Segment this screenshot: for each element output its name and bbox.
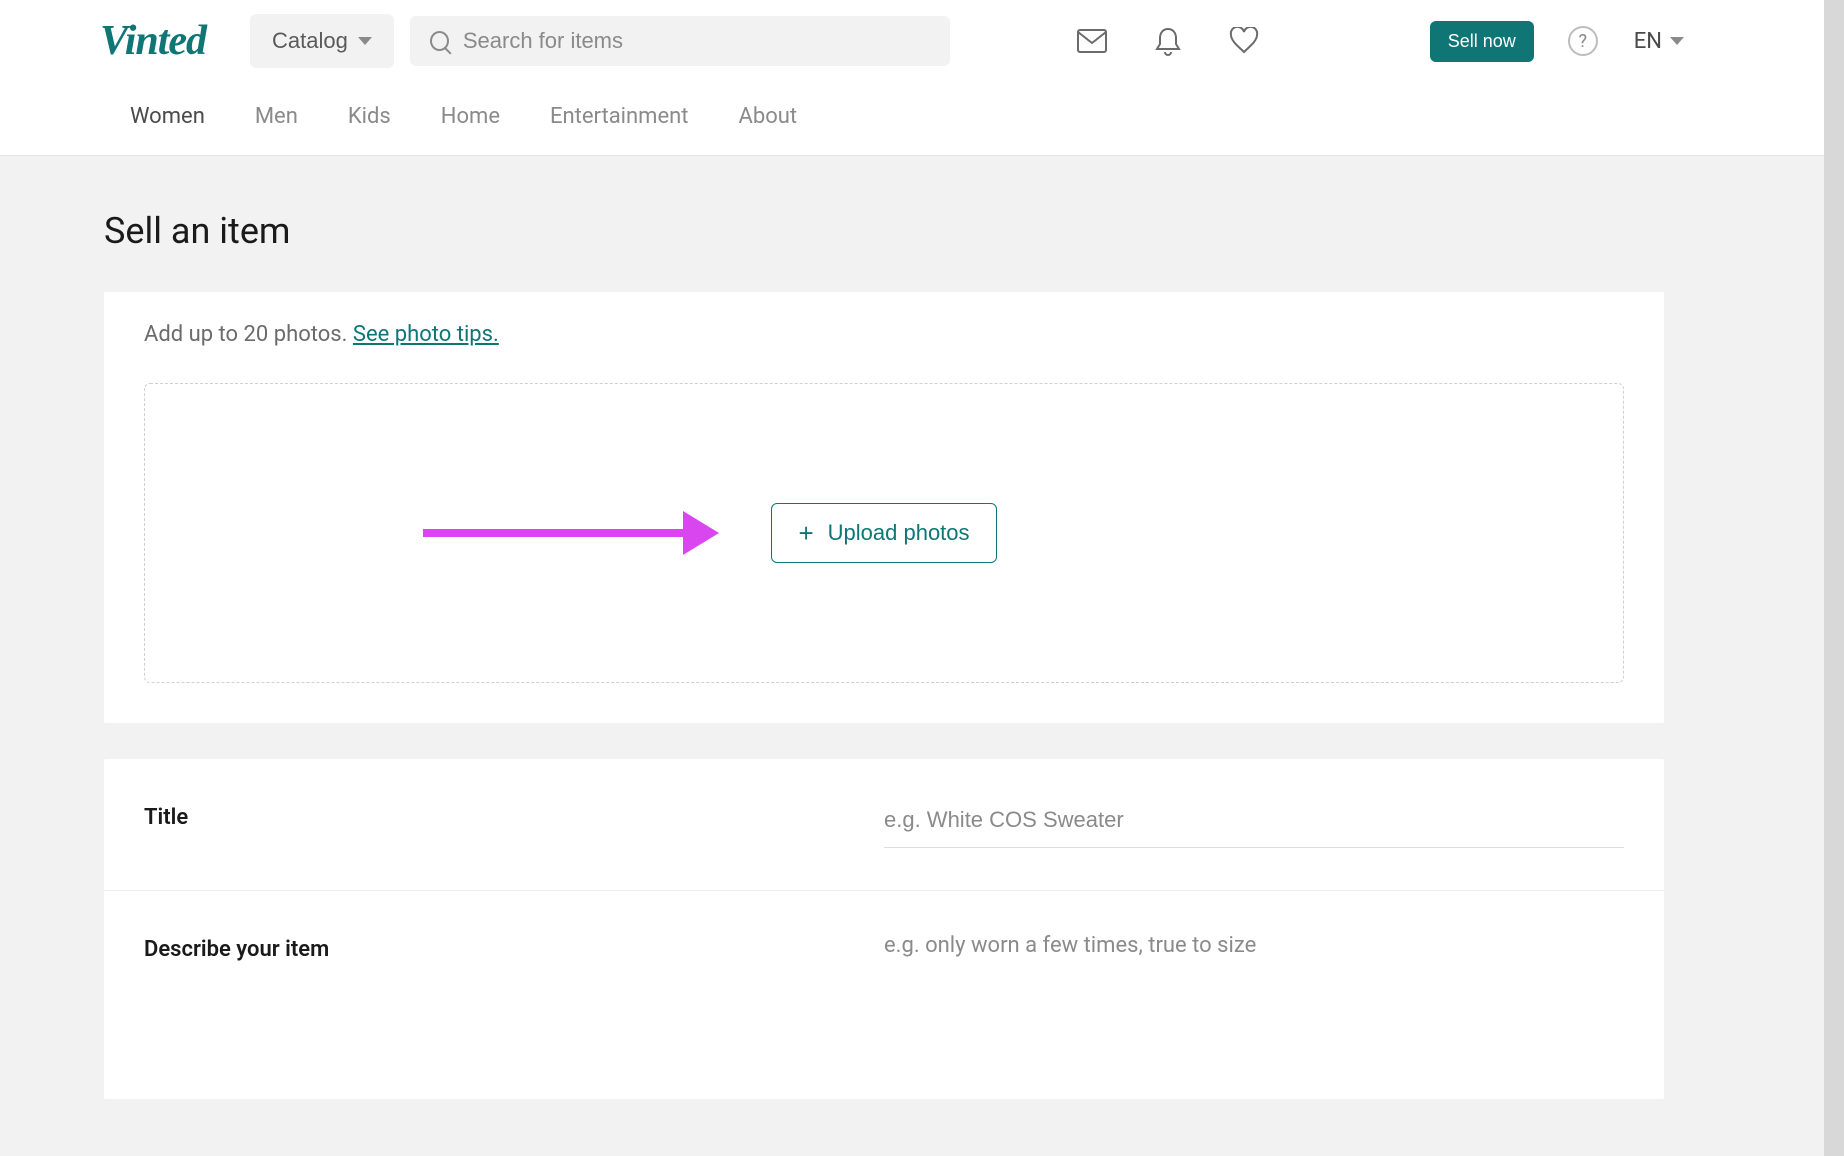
sell-now-button[interactable]: Sell now [1430, 21, 1534, 62]
upload-photos-button[interactable]: + Upload photos [771, 503, 996, 563]
photo-dropzone[interactable]: + Upload photos [144, 383, 1624, 683]
search-input[interactable] [463, 28, 930, 54]
page-title: Sell an item [104, 210, 1740, 252]
describe-field-wrap [884, 933, 1624, 1057]
notifications-icon[interactable] [1152, 25, 1184, 57]
upload-photos-label: Upload photos [828, 520, 970, 546]
catalog-label: Catalog [272, 28, 348, 54]
arrow-line [423, 529, 683, 537]
messages-icon[interactable] [1076, 25, 1108, 57]
language-label: EN [1634, 29, 1662, 54]
describe-input[interactable] [884, 933, 1624, 1053]
arrow-head-icon [683, 511, 719, 555]
title-input[interactable] [884, 801, 1624, 848]
nav-item-home[interactable]: Home [441, 104, 500, 129]
page-content: Sell an item Add up to 20 photos. See ph… [0, 156, 1844, 1153]
search-bar[interactable] [410, 16, 950, 66]
help-button[interactable]: ? [1568, 26, 1598, 56]
describe-label: Describe your item [144, 933, 884, 962]
title-field-wrap [884, 801, 1624, 848]
photos-hint-text: Add up to 20 photos. [144, 322, 353, 347]
photos-hint: Add up to 20 photos. See photo tips. [144, 322, 1624, 347]
photos-card: Add up to 20 photos. See photo tips. + U… [104, 292, 1664, 723]
category-nav: Women Men Kids Home Entertainment About [0, 82, 1844, 155]
favorites-icon[interactable] [1228, 25, 1260, 57]
nav-item-about[interactable]: About [738, 104, 797, 129]
header-top: Vinted Catalog Sell now ? EN [0, 0, 1844, 82]
nav-item-entertainment[interactable]: Entertainment [550, 104, 688, 129]
catalog-dropdown[interactable]: Catalog [250, 14, 394, 68]
nav-item-men[interactable]: Men [255, 104, 298, 129]
nav-item-kids[interactable]: Kids [348, 104, 391, 129]
describe-row: Describe your item [104, 891, 1664, 1099]
title-label: Title [144, 801, 884, 830]
details-card: Title Describe your item [104, 759, 1664, 1099]
language-selector[interactable]: EN [1634, 29, 1684, 54]
header: Vinted Catalog Sell now ? EN Women Men K [0, 0, 1844, 156]
search-icon [430, 31, 449, 51]
plus-icon: + [798, 520, 813, 546]
photo-tips-link[interactable]: See photo tips. [353, 322, 499, 347]
title-row: Title [104, 759, 1664, 891]
logo[interactable]: Vinted [100, 17, 206, 65]
chevron-down-icon [1670, 37, 1684, 45]
nav-item-women[interactable]: Women [130, 104, 205, 129]
annotation-arrow [423, 511, 719, 555]
chevron-down-icon [358, 37, 372, 45]
scrollbar[interactable] [1824, 0, 1844, 1156]
